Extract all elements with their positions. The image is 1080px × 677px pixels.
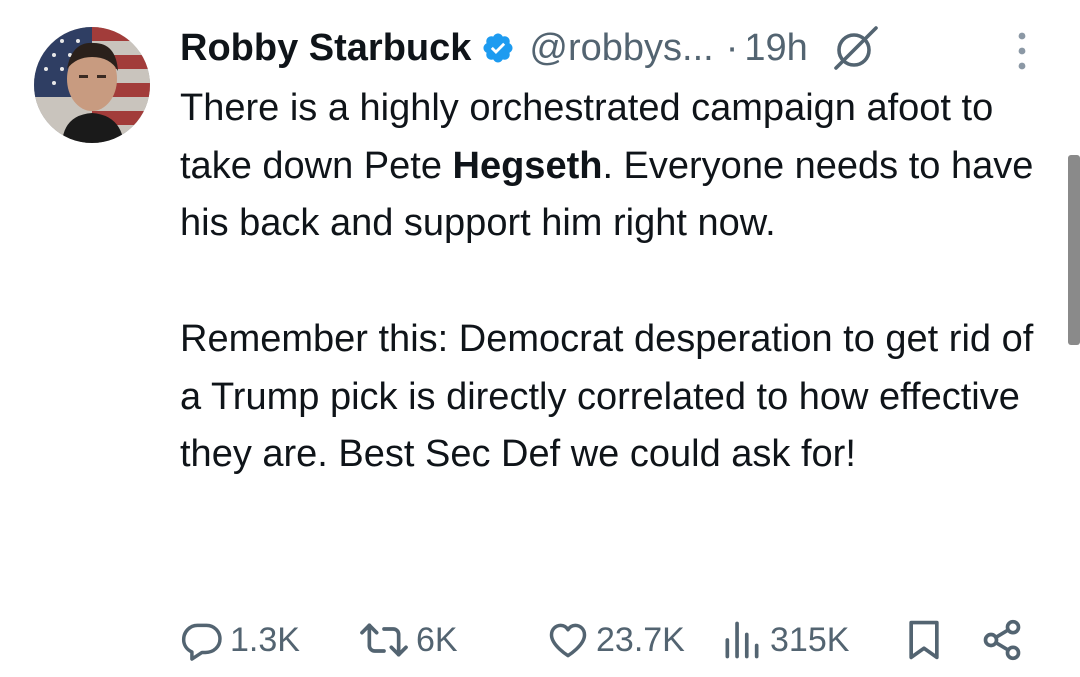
scrollbar[interactable] [1068,155,1080,345]
action-bar: 1.3K 6K 23.7K 315K [180,614,1040,666]
views-count: 315K [770,620,850,659]
repost-icon [360,623,408,657]
repost-count: 6K [416,620,458,659]
more-options-icon[interactable] [1010,30,1034,72]
tweet-paragraph-1: There is a highly orchestrated campaign … [180,87,1034,245]
tweet-paragraph-2: Remember this: Democrat desperation to g… [180,317,1034,476]
bookmark-icon [909,620,939,660]
repost-button[interactable]: 6K [358,614,458,666]
like-count: 23.7K [596,620,685,659]
avatar-image [34,27,150,143]
grok-icon[interactable] [832,24,880,72]
tweet-header: Robby Starbuck @robbys... · 19h [180,18,880,78]
like-button[interactable]: 23.7K [546,614,685,666]
share-icon [983,619,1021,661]
tweet-text: There is a highly orchestrated campaign … [180,80,1050,484]
author-name[interactable]: Robby Starbuck [180,27,471,70]
views-button[interactable]: 315K [720,614,849,666]
author-handle[interactable]: @robbys... [529,27,713,70]
verified-badge-icon [483,33,513,63]
bold-name: Hegseth [452,144,603,187]
separator-dot: · [725,26,739,69]
reply-button[interactable]: 1.3K [180,614,300,666]
share-button[interactable] [980,614,1024,666]
bookmark-button[interactable] [902,614,946,666]
timestamp[interactable]: 19h [744,27,807,70]
reply-count: 1.3K [230,620,300,659]
reply-icon [181,623,222,661]
avatar[interactable] [34,27,150,143]
views-chart-icon [725,621,759,659]
heart-icon [549,623,587,658]
